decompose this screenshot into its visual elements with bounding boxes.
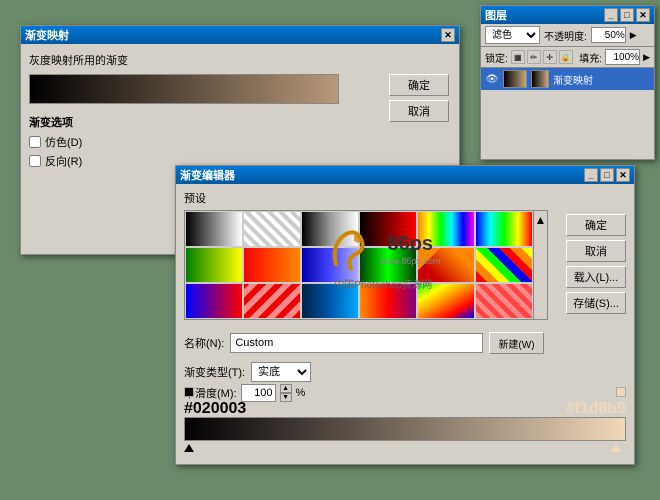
grad-map-simulate-row: 仿色(D) [29,134,451,150]
opacity-arrow-icon[interactable]: ▶ [630,30,637,41]
right-color-stop-top[interactable] [616,387,626,397]
grad-map-titlebar[interactable]: 渐变映射 ✕ [21,26,459,44]
grad-map-options-label: 渐变选项 [29,114,451,130]
fill-arrow-icon[interactable]: ▶ [643,52,650,63]
gradient-bar[interactable] [184,417,626,441]
layers-toolbar: 滤色 不透明度: ▶ [481,24,654,47]
layers-titlebar[interactable]: 图层 _ □ ✕ [481,6,654,24]
opacity-input[interactable] [591,27,626,43]
close-button[interactable]: ✕ [441,28,455,42]
reverse-checkbox[interactable] [29,155,41,167]
layers-maximize-button[interactable]: □ [620,8,634,22]
left-color-stop-top[interactable] [184,387,194,397]
grad-editor-maximize-button[interactable]: □ [600,168,614,182]
lock-move-icon[interactable]: ✛ [543,50,557,64]
layer-thumbnail [503,70,527,88]
logo-icon [326,224,376,274]
watermark-text: 中国Photoshop资源网 [326,276,441,291]
fill-input[interactable] [605,49,640,65]
lock-all-icon[interactable]: 🔒 [559,50,573,64]
type-row: 渐变类型(T): 实底 [184,362,317,382]
grad-map-confirm-button[interactable]: 确定 [389,74,449,96]
preset-cell-2[interactable] [243,211,301,247]
grad-map-buttons: 确定 取消 [389,74,449,122]
preset-cell-1[interactable] [185,211,243,247]
layers-title-buttons: _ □ ✕ [604,8,650,22]
grad-map-desc: 灰度映射所用的渐变 [29,52,451,68]
lock-paint-icon[interactable]: ✏ [527,50,541,64]
lock-icons: ▦ ✏ ✛ 🔒 [511,50,573,64]
grad-map-cancel-button[interactable]: 取消 [389,100,449,122]
opacity-label: 不透明度: [544,28,587,43]
name-input[interactable] [230,333,483,353]
type-label: 渐变类型(T): [184,364,245,380]
preset-cell-13[interactable] [185,283,243,319]
grad-editor-buttons: 确定 取消 载入(L)... 存储(S)... [566,214,626,314]
right-opacity-stop-icon[interactable] [611,444,621,452]
grad-map-preview-bar[interactable] [29,74,339,104]
left-opacity-stop-icon[interactable] [184,444,194,452]
lock-label: 锁定: [485,50,508,65]
preset-cell-6[interactable] [475,211,533,247]
preset-cell-14[interactable] [243,283,301,319]
grad-editor-title: 渐变编辑器 [180,167,235,183]
preset-cell-12[interactable] [475,247,533,283]
layer-item[interactable]: 👁 渐变映射 [481,68,654,91]
lock-transparency-icon[interactable]: ▦ [511,50,525,64]
preset-cell-18[interactable] [475,283,533,319]
watermark-area: 86ps www.86ps.com 中国Photoshop资源网 [326,224,441,291]
watermark-logo: 86ps [380,233,441,256]
new-button[interactable]: 新建(W) [489,332,544,354]
type-select[interactable]: 实底 [251,362,311,382]
grad-editor-minimize-button[interactable]: _ [584,168,598,182]
reverse-label: 反向(R) [45,153,82,169]
preset-cell-7[interactable] [185,247,243,283]
preset-cell-8[interactable] [243,247,301,283]
watermark-url: www.86ps.com [380,256,441,266]
name-row: 名称(N): 新建(W) [184,332,544,354]
grad-editor-load-button[interactable]: 载入(L)... [566,266,626,288]
grad-editor-title-buttons: _ □ ✕ [584,168,630,182]
grad-editor-confirm-button[interactable]: 确定 [566,214,626,236]
preset-label: 预设 [184,190,626,206]
gradient-editor-bar-area [184,387,626,452]
stop-indicators-bottom [184,442,626,452]
layer-visibility-icon[interactable]: 👁 [485,72,499,86]
layers-minimize-button[interactable]: _ [604,8,618,22]
layer-mask-thumbnail [531,70,549,88]
name-label: 名称(N): [184,335,224,351]
stop-indicators-top [184,387,626,397]
grad-map-options: 渐变选项 仿色(D) 反向(R) [29,114,451,169]
grad-map-title: 渐变映射 [25,27,69,43]
grad-editor-titlebar[interactable]: 渐变编辑器 _ □ ✕ [176,166,634,184]
layers-row2: 锁定: ▦ ✏ ✛ 🔒 填充: ▶ [481,47,654,68]
layers-title: 图层 [485,7,507,23]
grad-map-title-buttons: ✕ [441,28,455,42]
grad-editor-save-button[interactable]: 存储(S)... [566,292,626,314]
blend-mode-select[interactable]: 滤色 [485,26,540,44]
layer-name: 渐变映射 [553,72,650,87]
gradient-editor-window: 渐变编辑器 _ □ ✕ 预设 [175,165,635,465]
grad-editor-cancel-button[interactable]: 取消 [566,240,626,262]
fill-label: 填充: [579,50,602,65]
grad-editor-close-button[interactable]: ✕ [616,168,630,182]
layers-close-button[interactable]: ✕ [636,8,650,22]
layers-panel: 图层 _ □ ✕ 滤色 不透明度: ▶ 锁定: ▦ ✏ ✛ 🔒 填充: ▶ 👁 … [480,5,655,160]
simulate-label: 仿色(D) [45,134,82,150]
simulate-checkbox[interactable] [29,136,41,148]
preset-scrollbar[interactable]: ▲ [534,210,548,320]
